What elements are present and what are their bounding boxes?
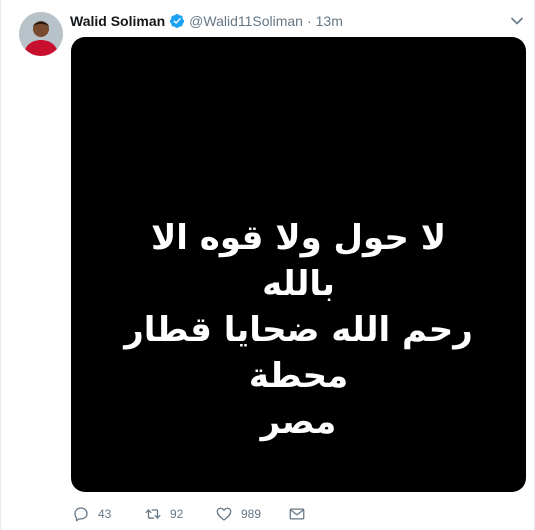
avatar[interactable] xyxy=(19,12,63,56)
author-name[interactable]: Walid Soliman xyxy=(70,13,165,29)
retweet-button[interactable]: 92 xyxy=(144,505,215,523)
timeline-divider-left xyxy=(0,0,1,530)
tweet-header: Walid Soliman @Walid11Soliman · 13m xyxy=(70,12,343,30)
reply-icon xyxy=(72,505,90,523)
like-count: 989 xyxy=(241,507,262,521)
image-text-line-1: لا حول ولا قوه الا بالله xyxy=(150,218,447,304)
image-text: لا حول ولا قوه الا بالله رحم الله ضحايا … xyxy=(111,215,486,445)
like-button[interactable]: 989 xyxy=(215,505,288,523)
author-handle[interactable]: @Walid11Soliman xyxy=(189,13,303,29)
separator-dot: · xyxy=(306,13,312,29)
retweet-count: 92 xyxy=(170,507,184,521)
tweet-image[interactable]: لا حول ولا قوه الا بالله رحم الله ضحايا … xyxy=(71,37,526,492)
tweet-actions: 43 92 989 xyxy=(72,503,306,525)
direct-message-button[interactable] xyxy=(288,505,306,523)
more-options-chevron-down-icon[interactable] xyxy=(508,12,526,30)
image-text-line-2: رحم الله ضحايا قطار محطة xyxy=(124,310,473,396)
verified-badge-icon xyxy=(169,13,185,29)
reply-count: 43 xyxy=(98,507,112,521)
heart-icon xyxy=(215,505,233,523)
image-text-line-3: مصر xyxy=(260,402,337,442)
reply-button[interactable]: 43 xyxy=(72,505,144,523)
envelope-icon xyxy=(288,505,306,523)
timestamp[interactable]: 13m xyxy=(316,13,343,29)
retweet-icon xyxy=(144,505,162,523)
